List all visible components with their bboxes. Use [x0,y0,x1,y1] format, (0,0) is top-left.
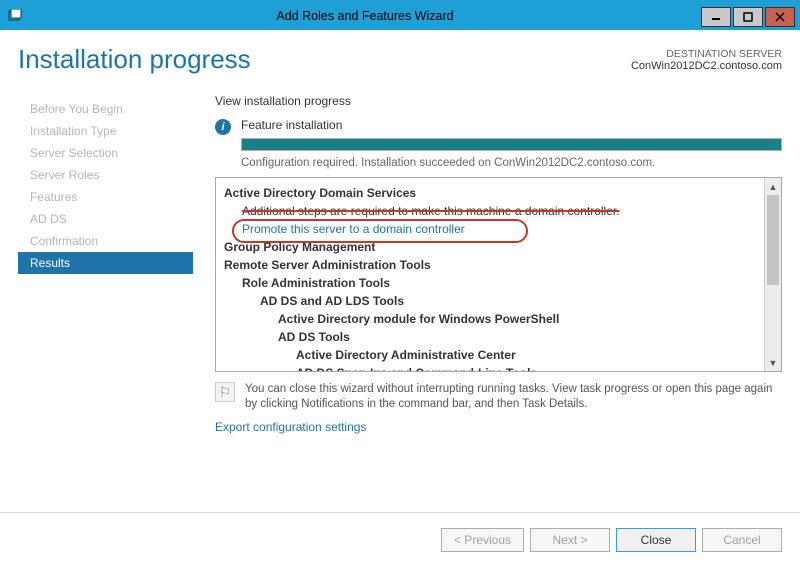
maximize-button[interactable] [733,7,763,27]
info-icon: i [215,119,231,135]
content-area: Installation progress DESTINATION SERVER… [0,30,800,512]
next-button: Next > [530,528,610,552]
scroll-track[interactable] [765,195,781,354]
status-text: Configuration required. Installation suc… [241,157,782,169]
feature-install-label: Feature installation [241,118,782,132]
close-window-button[interactable] [765,7,795,27]
sidebar-item-server-roles: Server Roles [18,164,193,186]
previous-button: < Previous [441,528,524,552]
promote-server-link[interactable]: Promote this server to a domain controll… [224,220,756,238]
cancel-button: Cancel [702,528,782,552]
destination-server: ConWin2012DC2.contoso.com [631,60,782,72]
progress-bar [241,138,782,151]
installed-features-list: Active Directory Domain Services Additio… [216,178,764,371]
sidebar-item-before-you-begin: Before You Begin [18,98,193,120]
tree-gpm: Group Policy Management [224,238,756,256]
header-row: Installation progress DESTINATION SERVER… [18,44,782,94]
export-settings-link[interactable]: Export configuration settings [215,416,782,444]
scroll-up-icon[interactable]: ▲ [765,178,781,195]
scroll-thumb[interactable] [767,195,779,285]
app-icon [1,1,29,31]
tree-adds-tools: AD DS Tools [224,328,756,346]
sidebar-item-results[interactable]: Results [18,252,193,274]
window-title: Add Roles and Features Wizard [29,9,701,23]
sidebar-item-features: Features [18,186,193,208]
sidebar-item-installation-type: Installation Type [18,120,193,142]
section-title: View installation progress [215,94,782,108]
destination-info: DESTINATION SERVER ConWin2012DC2.contoso… [631,44,782,72]
tree-ad-admin-center: Active Directory Administrative Center [224,346,756,364]
titlebar: Add Roles and Features Wizard [1,1,799,31]
window-controls [701,5,799,27]
installed-features-box: Active Directory Domain Services Additio… [215,177,782,372]
tree-ad-module-ps: Active Directory module for Windows Powe… [224,310,756,328]
destination-label: DESTINATION SERVER [631,48,782,60]
main-panel: View installation progress i Feature ins… [193,94,782,512]
hint-row: ⚐ You can close this wizard without inte… [215,372,782,416]
sidebar-item-confirmation: Confirmation [18,230,193,252]
hint-text: You can close this wizard without interr… [245,382,782,412]
flag-icon: ⚐ [215,382,235,402]
sidebar-item-server-selection: Server Selection [18,142,193,164]
close-button[interactable]: Close [616,528,696,552]
wizard-steps-sidebar: Before You Begin Installation Type Serve… [18,94,193,512]
tree-additional-steps: Additional steps are required to make th… [224,202,756,220]
wizard-footer: < Previous Next > Close Cancel [0,512,800,567]
scroll-down-icon[interactable]: ▼ [765,354,781,371]
tree-adds-adlds-tools: AD DS and AD LDS Tools [224,292,756,310]
page-title: Installation progress [18,44,251,75]
minimize-button[interactable] [701,7,731,27]
tree-rsat: Remote Server Administration Tools [224,256,756,274]
tree-role-admin-tools: Role Administration Tools [224,274,756,292]
tree-adds: Active Directory Domain Services [224,184,756,202]
vertical-scrollbar[interactable]: ▲ ▼ [764,178,781,371]
feature-install-row: i Feature installation Configuration req… [215,118,782,177]
sidebar-item-ad-ds: AD DS [18,208,193,230]
tree-ad-snapins: AD DS Snap-Ins and Command-Line Tools [224,364,756,371]
